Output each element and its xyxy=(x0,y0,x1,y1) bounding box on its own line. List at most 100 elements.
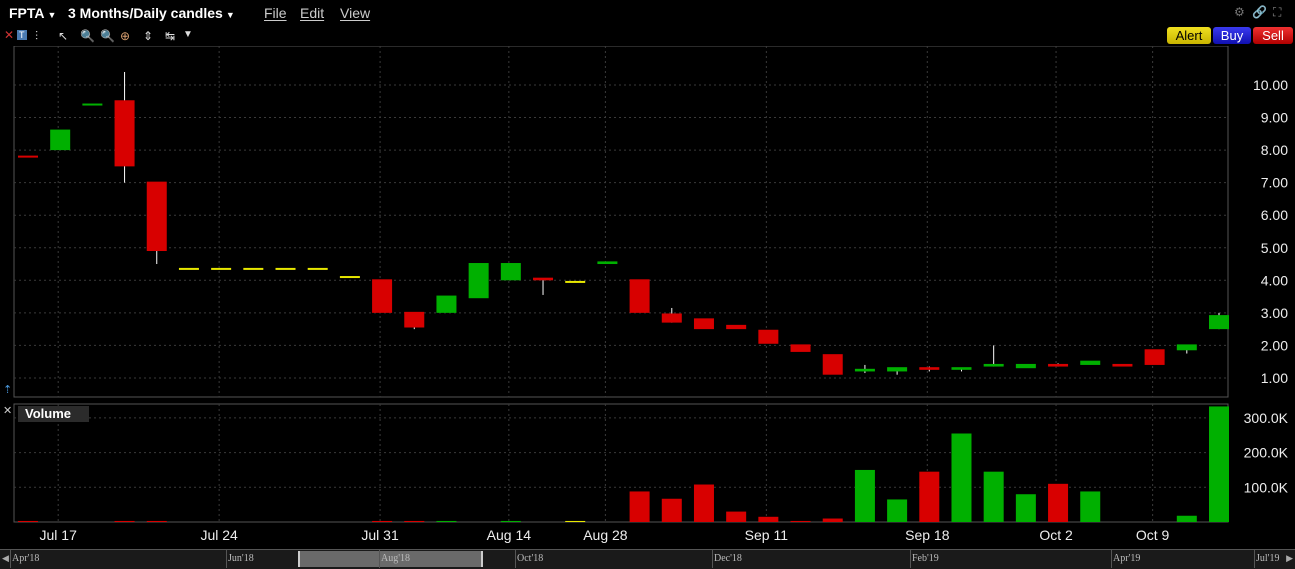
more-dropdown-icon[interactable]: ▼ xyxy=(183,29,193,40)
bar-style-icon[interactable]: ⫶ xyxy=(35,29,38,44)
volume-bar xyxy=(1080,491,1101,522)
scroll-right-icon[interactable]: ▶ xyxy=(1286,553,1293,564)
menu-edit[interactable]: Edit xyxy=(300,5,324,21)
scrollbar-date-label: Apr'19 xyxy=(1113,553,1141,564)
candle-body xyxy=(339,276,360,279)
candle-body xyxy=(726,324,747,330)
candle-body xyxy=(919,367,940,370)
scroll-left-icon[interactable]: ◀ xyxy=(2,553,9,564)
menu-file[interactable]: File xyxy=(264,5,287,21)
candle-body xyxy=(114,100,135,167)
chevron-down-icon: ▼ xyxy=(225,10,235,20)
scrollbar-date-label: Aug'18 xyxy=(381,553,411,564)
volume-bar xyxy=(693,484,714,522)
candle-body xyxy=(1080,360,1101,365)
volume-bar xyxy=(1176,515,1197,522)
info-marker-icon: ⇡ xyxy=(3,384,13,396)
expand-icon[interactable]: ⛶ xyxy=(1273,5,1281,20)
candle-body xyxy=(18,155,38,158)
settings-icon[interactable]: ⚙ xyxy=(1234,5,1245,19)
candle-body xyxy=(468,263,489,299)
candle-body xyxy=(983,363,1004,367)
info-icon[interactable]: T xyxy=(17,30,27,40)
candle-body xyxy=(661,313,682,323)
date-tick-label: Oct 2 xyxy=(1039,527,1073,543)
scrollbar-tick xyxy=(712,550,713,568)
volume-bar xyxy=(887,499,908,522)
scrollbar-date-label: Dec'18 xyxy=(714,553,742,564)
price-tick-label: 7.00 xyxy=(1261,175,1288,191)
scrollbar-tick xyxy=(379,550,380,568)
buy-button[interactable]: Buy xyxy=(1213,27,1251,44)
candle-body xyxy=(1176,344,1197,351)
price-chart[interactable]: 1.00 2.00 3.00 4.00 5.00 6.00 7.00 8.00 9.00 10.0… xyxy=(0,46,1295,549)
price-axis: 1.00 2.00 3.00 4.00 5.00 6.00 7.00 8.00 9.00 10.0… xyxy=(1253,77,1288,386)
scrollbar-tick xyxy=(10,550,11,568)
date-tick-label: Aug 28 xyxy=(583,527,628,543)
candle-body xyxy=(243,267,264,270)
candle-body xyxy=(887,367,908,372)
candle-body xyxy=(178,267,199,270)
date-tick-label: Aug 14 xyxy=(487,527,532,543)
scrollbar-tick xyxy=(515,550,516,568)
alert-button[interactable]: Alert xyxy=(1167,27,1211,44)
candle-body xyxy=(951,367,972,370)
sell-button[interactable]: Sell xyxy=(1253,27,1293,44)
candle-body xyxy=(693,318,714,330)
date-tick-label: Jul 24 xyxy=(200,527,238,543)
volume-bar xyxy=(983,471,1004,522)
volume-bar xyxy=(790,520,811,522)
zoom-in-icon[interactable]: 🔍 xyxy=(80,29,95,43)
symbol-label: FPTA xyxy=(9,5,45,21)
candle-body xyxy=(500,263,521,281)
price-tick-label: 9.00 xyxy=(1261,110,1288,126)
pan-icon[interactable]: ⇕ xyxy=(143,29,153,43)
candle-body xyxy=(1015,363,1036,369)
volume-bar xyxy=(758,516,779,522)
crosshair-icon[interactable]: ⊕ xyxy=(120,29,130,43)
volume-tick-label: 100.0K xyxy=(1244,479,1289,495)
volume-bar xyxy=(1015,494,1036,522)
candle-body xyxy=(307,267,328,270)
volume-bar xyxy=(822,518,843,522)
scrollbar-date-label: Feb'19 xyxy=(912,553,939,564)
scrollbar-tick xyxy=(1111,550,1112,568)
volume-bar xyxy=(854,469,875,522)
period-selector[interactable]: 3 Months/Daily candles ▼ xyxy=(68,5,235,21)
menu-view[interactable]: View xyxy=(340,5,370,21)
candle-body xyxy=(404,311,425,328)
price-panel-frame xyxy=(13,46,1229,398)
scrollbar-tick xyxy=(1254,550,1255,568)
price-tick-label: 8.00 xyxy=(1261,142,1288,158)
candle-body xyxy=(1112,363,1133,367)
scrollbar-date-label: Oct'18 xyxy=(517,553,544,564)
candle-body xyxy=(758,329,779,344)
candle-body xyxy=(597,261,618,265)
candle-body xyxy=(82,103,103,106)
volume-bar xyxy=(114,520,135,522)
date-axis: Jul 17 Jul 24 Jul 31 Aug 14 Aug 28 Sep 11 Sep … xyxy=(40,527,1170,543)
title-bar: FPTA ▼ 3 Months/Daily candles ▼ File Edit … xyxy=(0,0,1295,26)
volume-bar xyxy=(726,511,747,522)
date-tick-label: Jul 31 xyxy=(361,527,399,543)
draw-line-icon[interactable]: ↖ xyxy=(58,29,68,43)
volume-bar xyxy=(629,491,650,522)
volume-bar xyxy=(18,520,38,522)
close-icon[interactable]: ✕ xyxy=(4,28,14,42)
fit-icon[interactable]: ↹ xyxy=(165,29,175,43)
candle-body xyxy=(854,368,875,372)
link-icon[interactable]: 🔗 xyxy=(1252,5,1267,19)
symbol-selector[interactable]: FPTA ▼ xyxy=(9,5,56,21)
candle-body xyxy=(790,344,811,352)
candle-body xyxy=(372,279,393,313)
scrollbar-tick xyxy=(910,550,911,568)
volume-bar xyxy=(919,471,940,522)
time-scrollbar[interactable]: ◀ ▶ Apr'18 Jun'18 Aug'18 Oct'18 Dec'18 Feb'19… xyxy=(0,549,1295,569)
period-label: 3 Months/Daily candles xyxy=(68,5,223,21)
price-tick-label: 2.00 xyxy=(1261,337,1288,353)
close-icon[interactable]: ✕ xyxy=(3,404,12,417)
date-tick-label: Sep 18 xyxy=(905,527,950,543)
zoom-out-icon[interactable]: 🔍 xyxy=(100,29,115,43)
price-tick-label: 3.00 xyxy=(1261,305,1288,321)
price-tick-label: 4.00 xyxy=(1261,272,1288,288)
